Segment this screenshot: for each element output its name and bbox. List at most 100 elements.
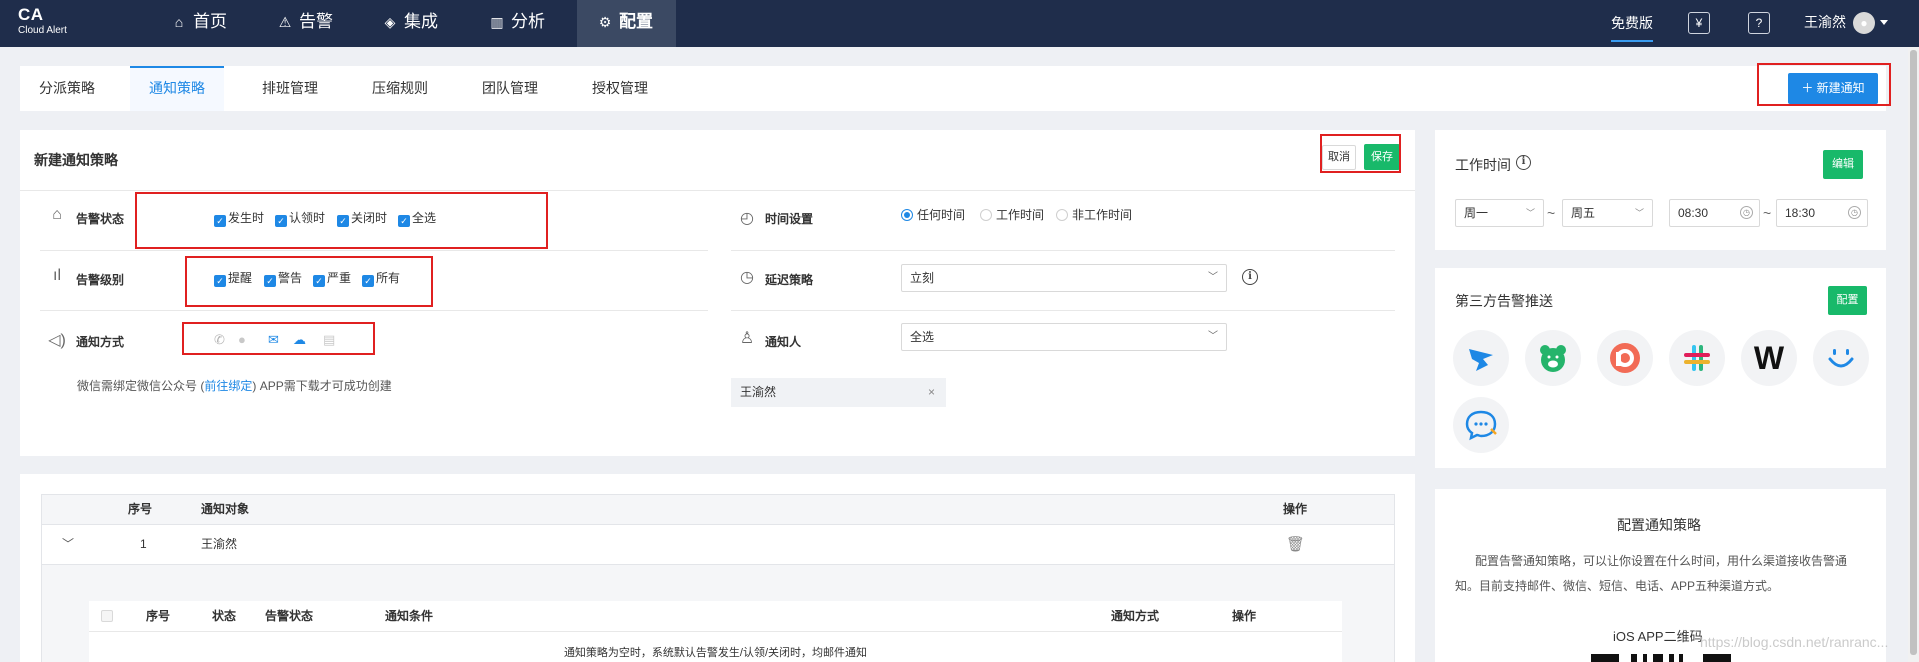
work-time-title: 工作时间 xyxy=(1455,157,1511,173)
radio-off-work-time[interactable]: 非工作时间 xyxy=(1056,208,1132,222)
expand-chevron-icon[interactable]: ﹀ xyxy=(62,525,74,564)
delay-policy-select[interactable]: 立刻 ﹀ xyxy=(901,264,1227,292)
time-setting-label: 时间设置 xyxy=(765,212,814,226)
cancel-button[interactable]: 取消 xyxy=(1322,145,1356,170)
notify-person-select[interactable]: 全选 ﹀ xyxy=(901,323,1227,351)
pagerduty-icon[interactable] xyxy=(1597,330,1653,386)
radio-any-time[interactable]: 任何时间 xyxy=(901,208,965,222)
row-target: 王渝然 xyxy=(201,537,238,551)
scrollbar-thumb[interactable] xyxy=(1910,50,1917,655)
col-index: 序号 xyxy=(128,502,153,516)
nav-item-config[interactable]: ⚙ 配置 xyxy=(577,0,676,47)
nav-item-home[interactable]: ⌂ 首页 xyxy=(151,0,247,47)
checkbox-occurred[interactable]: ✓ 发生时 xyxy=(214,211,265,227)
checkbox-select-all-status[interactable]: ✓ 全选 xyxy=(398,211,436,227)
checkbox-critical[interactable]: ✓ 严重 xyxy=(313,271,351,287)
checkbox-closed[interactable]: ✓ 关闭时 xyxy=(337,211,387,227)
radio-label: 任何时间 xyxy=(917,208,966,222)
select-value: 周一 xyxy=(1464,206,1489,220)
work-time-panel xyxy=(1435,130,1886,250)
dingtalk-icon[interactable] xyxy=(1453,330,1509,386)
delay-policy-label: 延迟策略 xyxy=(765,273,814,287)
radio-work-time[interactable]: 工作时间 xyxy=(980,208,1044,222)
phone-icon[interactable]: ✆ xyxy=(214,332,225,348)
sub-table-header: 序号 状态 告警状态 通知条件 通知方式 操作 xyxy=(89,601,1342,632)
tabs-bar: 分派策略 通知策略 排班管理 压缩规则 团队管理 授权管理 xyxy=(20,66,1886,111)
chevron-down-icon[interactable] xyxy=(1880,20,1888,25)
user-icon: ♙ xyxy=(739,330,755,347)
checkbox-warning[interactable]: ✓ 警告 xyxy=(264,271,302,287)
nav-item-analysis[interactable]: ▥ 分析 xyxy=(469,0,565,47)
bear-icon[interactable] xyxy=(1525,330,1581,386)
tab-dispatch-policy[interactable]: 分派策略 xyxy=(20,66,114,111)
help-icon[interactable]: ? xyxy=(1748,12,1770,34)
close-icon[interactable]: × xyxy=(928,378,935,407)
logo-sub: Cloud Alert xyxy=(18,25,67,36)
select-all-checkbox[interactable] xyxy=(101,610,113,622)
smile-icon[interactable] xyxy=(1813,330,1869,386)
sms-icon[interactable]: ● xyxy=(238,332,246,347)
yen-icon[interactable]: ¥ xyxy=(1688,12,1710,34)
table-row[interactable]: ﹀ 1 王渝然 🗑 xyxy=(41,525,1395,565)
select-value: 18:30 xyxy=(1785,206,1816,220)
user-name[interactable]: 王渝然 xyxy=(1804,0,1846,47)
tab-team[interactable]: 团队管理 xyxy=(463,66,557,111)
bind-wechat-link[interactable]: 前往绑定 xyxy=(204,379,252,393)
tab-schedule[interactable]: 排班管理 xyxy=(243,66,337,111)
checkbox-all-levels[interactable]: ✓ 所有 xyxy=(362,271,400,287)
edit-work-time-button[interactable]: 编辑 xyxy=(1823,150,1863,179)
config-info-title: 配置通知策略 xyxy=(1617,517,1701,533)
chat-icon[interactable] xyxy=(1453,397,1509,453)
chevron-down-icon: ﹀ xyxy=(1634,208,1644,218)
history-icon: ◷ xyxy=(740,269,754,286)
avatar[interactable]: ● xyxy=(1853,12,1875,34)
hint-text: 微信需绑定微信公众号 ( xyxy=(77,379,205,393)
nav-item-alerts[interactable]: ⚠ 告警 xyxy=(257,0,353,47)
free-edition-link[interactable]: 免费版 xyxy=(1611,3,1653,42)
divider xyxy=(40,250,708,251)
config-third-party-button[interactable]: 配置 xyxy=(1828,286,1867,315)
divider xyxy=(731,250,1395,251)
slack-icon[interactable] xyxy=(1669,330,1725,386)
time-from-picker[interactable]: 08:30 ◷ xyxy=(1669,199,1760,227)
checkbox-claimed[interactable]: ✓ 认领时 xyxy=(275,211,325,227)
speaker-icon: ◁) xyxy=(48,332,66,349)
home-icon: ⌂ xyxy=(174,14,184,30)
range-separator: ~ xyxy=(1763,205,1772,221)
chevron-down-icon: ﹀ xyxy=(1208,331,1218,342)
info-icon[interactable]: i xyxy=(1516,155,1531,170)
nav-item-integration[interactable]: ◈ 集成 xyxy=(362,0,458,47)
alarm-icon: ⌂ xyxy=(52,206,62,223)
info-icon[interactable]: i xyxy=(1242,269,1258,285)
clock-icon: ◴ xyxy=(740,210,754,227)
radio-dot xyxy=(901,209,913,221)
save-button[interactable]: 保存 xyxy=(1364,144,1400,170)
check-icon: ✓ xyxy=(337,215,349,227)
logo[interactable]: CA Cloud Alert xyxy=(18,6,67,36)
select-value: 周五 xyxy=(1571,206,1596,220)
checkbox-reminder[interactable]: ✓ 提醒 xyxy=(214,271,252,287)
empty-policy-message: 通知策略为空时，系统默认告警发生/认领/关闭时，均邮件通知 xyxy=(563,647,868,659)
day-to-select[interactable]: 周五 ﹀ xyxy=(1562,199,1653,227)
tab-authorization[interactable]: 授权管理 xyxy=(573,66,667,111)
new-notification-button[interactable]: ＋ 新建通知 xyxy=(1788,73,1878,104)
wechat-icon[interactable]: ☁ xyxy=(293,332,306,348)
checkbox-label: 发生时 xyxy=(228,211,265,225)
day-from-select[interactable]: 周一 ﹀ xyxy=(1455,199,1544,227)
alert-level-label: 告警级别 xyxy=(76,273,125,287)
app-icon[interactable]: ▤ xyxy=(323,332,335,348)
time-to-picker[interactable]: 18:30 ◷ xyxy=(1776,199,1868,227)
w-icon[interactable]: W xyxy=(1741,330,1797,386)
col-actions: 操作 xyxy=(1283,502,1308,516)
select-value: 全选 xyxy=(910,330,935,344)
nav-label: 配置 xyxy=(619,12,653,31)
sub-col-index: 序号 xyxy=(146,609,171,623)
hint-text: ) APP需下载才可成功创建 xyxy=(252,379,392,393)
radio-label: 工作时间 xyxy=(996,208,1045,222)
email-icon[interactable]: ✉ xyxy=(268,332,279,348)
sub-col-method: 通知方式 xyxy=(1111,609,1160,623)
tab-notify-policy[interactable]: 通知策略 xyxy=(130,66,224,111)
radio-dot xyxy=(1056,209,1068,221)
tab-compress-rules[interactable]: 压缩规则 xyxy=(353,66,447,111)
trash-icon[interactable]: 🗑 xyxy=(1286,525,1305,564)
